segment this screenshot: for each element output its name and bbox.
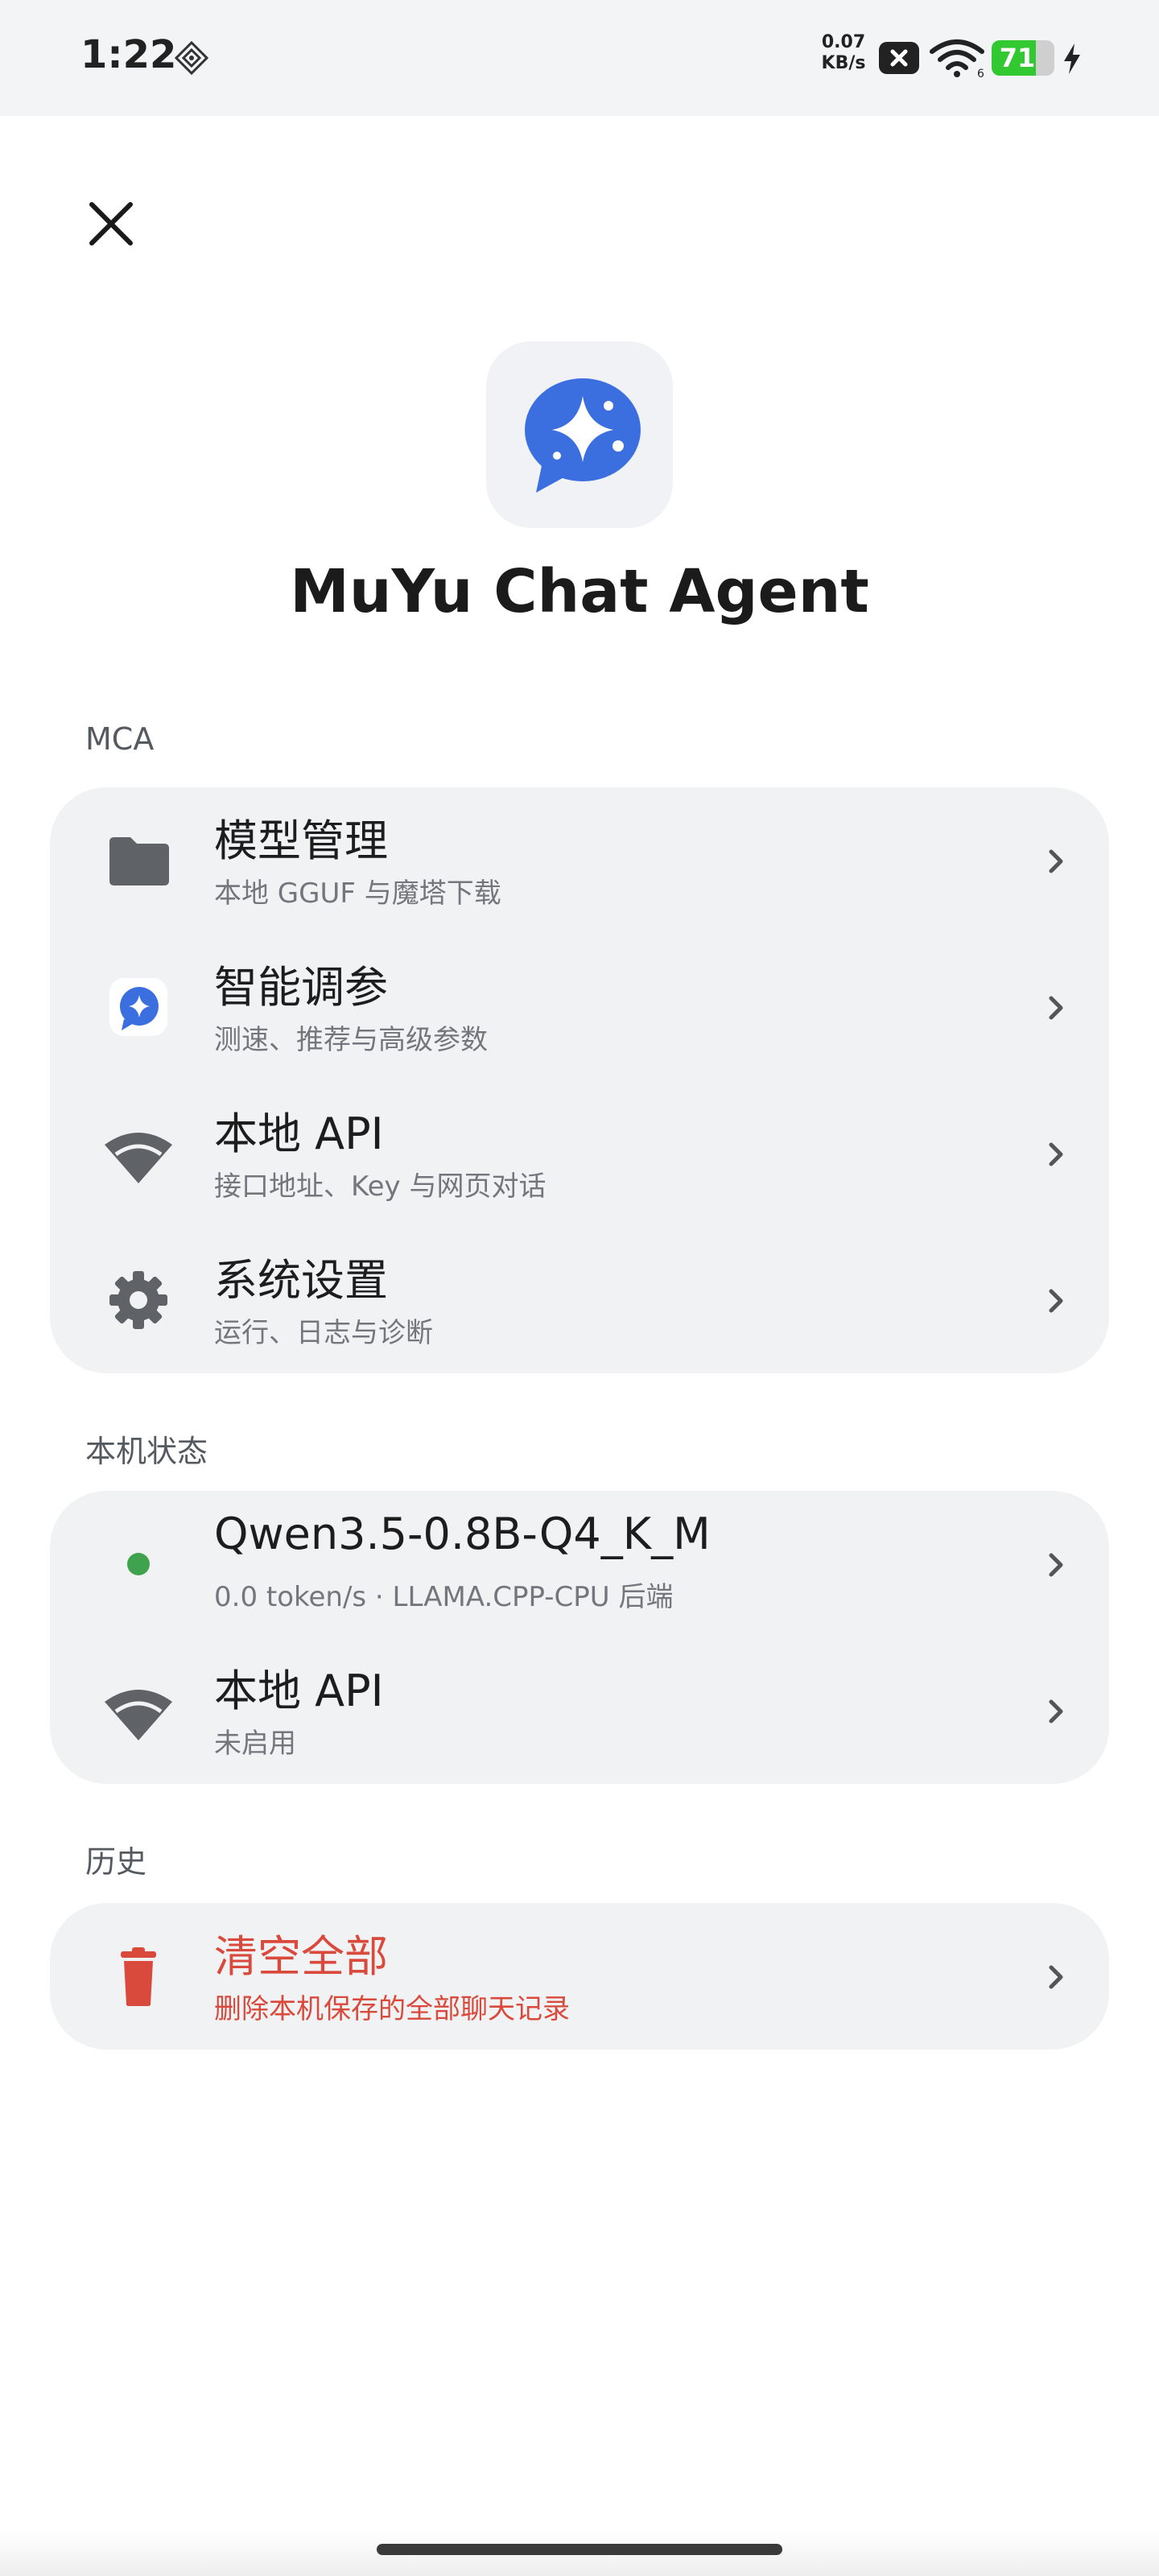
wifi-icon: [105, 1133, 172, 1183]
folder-icon: [109, 837, 169, 886]
row-subtitle: 0.0 token/s · LLAMA.CPP-CPU 后端: [214, 1581, 674, 1613]
row-title: 系统设置: [214, 1255, 388, 1306]
home-indicator[interactable]: [377, 2544, 782, 2555]
no-sim-icon: [879, 42, 919, 74]
row-smart-tuning[interactable]: 智能调参 测速、推荐与高级参数: [50, 934, 1109, 1080]
trash-icon: [121, 1947, 156, 2006]
app-title: MuYu Chat Agent: [290, 557, 869, 626]
net-speed: 0.07 KB/s: [819, 32, 868, 74]
svg-text:6: 6: [977, 68, 984, 79]
mca-card: 模型管理 本地 GGUF 与魔塔下载 智能调参 测速、推荐与高级参数 本地 AP…: [50, 787, 1109, 1373]
sparkle-chat-bubble-icon: [525, 378, 641, 493]
row-subtitle: 本地 GGUF 与魔塔下载: [214, 877, 501, 910]
row-title: 本地 API: [214, 1108, 384, 1159]
section-label-history: 历史: [85, 1844, 147, 1880]
row-title: Qwen3.5-0.8B-Q4_K_M: [214, 1509, 711, 1559]
wifi-icon: [105, 1690, 172, 1740]
net-speed-value: 0.07: [821, 32, 866, 52]
sparkle-chat-icon: [109, 978, 167, 1036]
status-dot-icon: [127, 1553, 150, 1575]
battery-icon: 71: [992, 40, 1054, 76]
wifi-icon: 6: [930, 39, 984, 79]
gear-icon: [109, 1271, 167, 1329]
row-title: 本地 API: [214, 1666, 384, 1716]
chevron-right-icon: [1049, 1965, 1063, 1989]
row-title: 清空全部: [214, 1931, 388, 1982]
row-title: 模型管理: [214, 815, 388, 866]
status-time: 1:22: [80, 32, 177, 77]
row-subtitle: 运行、日志与诊断: [214, 1317, 433, 1349]
chevron-right-icon: [1049, 1553, 1063, 1577]
chevron-right-icon: [1049, 849, 1063, 873]
chevron-right-icon: [1049, 1699, 1063, 1724]
chevron-right-icon: [1049, 1289, 1063, 1313]
row-subtitle: 接口地址、Key 与网页对话: [214, 1170, 547, 1203]
chevron-right-icon: [1049, 996, 1063, 1020]
history-card: 清空全部 删除本机保存的全部聊天记录: [50, 1903, 1109, 2050]
row-current-model[interactable]: Qwen3.5-0.8B-Q4_K_M 0.0 token/s · LLAMA.…: [50, 1491, 1109, 1637]
section-label-mca: MCA: [85, 721, 155, 757]
net-speed-unit: KB/s: [821, 53, 866, 73]
row-model-management[interactable]: 模型管理 本地 GGUF 与魔塔下载: [50, 787, 1109, 934]
row-title: 智能调参: [214, 962, 388, 1013]
row-local-api-status[interactable]: 本地 API 未启用: [50, 1637, 1109, 1784]
row-subtitle: 删除本机保存的全部聊天记录: [214, 1993, 570, 2025]
charging-bolt-icon: [1064, 43, 1080, 74]
row-clear-all[interactable]: 清空全部 删除本机保存的全部聊天记录: [50, 1903, 1109, 2050]
signal-diamond-icon: [174, 40, 209, 76]
row-local-api[interactable]: 本地 API 接口地址、Key 与网页对话: [50, 1080, 1109, 1227]
row-subtitle: 测速、推荐与高级参数: [214, 1024, 488, 1056]
battery-percent: 71: [999, 43, 1036, 73]
close-icon[interactable]: [77, 190, 145, 258]
device-status-card: Qwen3.5-0.8B-Q4_K_M 0.0 token/s · LLAMA.…: [50, 1491, 1109, 1784]
status-bar: 1:22 0.07 KB/s 6 71: [0, 0, 1159, 116]
row-subtitle: 未启用: [214, 1728, 296, 1760]
chevron-right-icon: [1049, 1142, 1063, 1166]
app-logo: [486, 341, 673, 528]
section-label-device-status: 本机状态: [85, 1434, 208, 1469]
row-system-settings[interactable]: 系统设置 运行、日志与诊断: [50, 1227, 1109, 1373]
